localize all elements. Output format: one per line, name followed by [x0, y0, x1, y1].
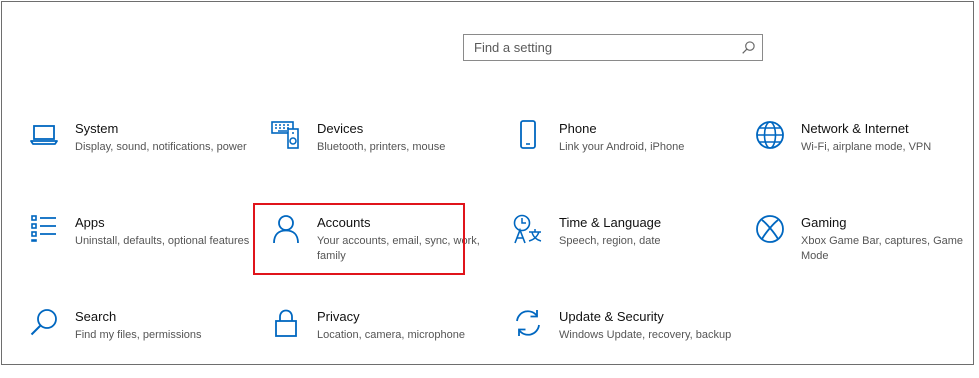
category-description: Speech, region, date — [559, 235, 661, 247]
category-title: Update & Security — [559, 309, 664, 324]
category-title: Time & Language — [559, 215, 662, 230]
category-title: Apps — [75, 215, 105, 230]
category-description: Location, camera, microphone — [317, 329, 465, 341]
category-title: Accounts — [317, 215, 371, 230]
category-time-language[interactable]: Time & Language Speech, region, date — [513, 214, 743, 284]
search-icon[interactable] — [741, 40, 756, 55]
category-description: Link your Android, iPhone — [559, 141, 685, 153]
category-search[interactable]: Search Find my files, permissions — [29, 308, 259, 378]
xbox-icon — [755, 214, 785, 244]
category-title: Network & Internet — [801, 121, 909, 136]
category-title: System — [75, 121, 119, 136]
search-input[interactable] — [464, 35, 734, 60]
time-language-icon — [513, 214, 543, 244]
category-gaming[interactable]: Gaming Xbox Game Bar, captures, Game Mod… — [755, 214, 979, 284]
apps-list-icon — [29, 214, 59, 244]
category-description: Display, sound, notifications, power — [75, 141, 247, 153]
category-title: Devices — [317, 121, 364, 136]
category-description: Find my files, permissions — [75, 329, 202, 341]
category-description: Xbox Game Bar, captures, Game Mode — [801, 235, 964, 262]
laptop-icon — [29, 120, 59, 150]
globe-icon — [755, 120, 785, 150]
phone-icon — [513, 120, 543, 150]
search-box[interactable] — [463, 34, 763, 61]
category-title: Gaming — [801, 215, 847, 230]
category-apps[interactable]: Apps Uninstall, defaults, optional featu… — [29, 214, 259, 284]
category-update-security[interactable]: Update & Security Windows Update, recove… — [513, 308, 743, 378]
category-title: Phone — [559, 121, 597, 136]
category-description: Uninstall, defaults, optional features — [75, 235, 250, 247]
category-description: Bluetooth, printers, mouse — [317, 141, 446, 153]
category-privacy[interactable]: Privacy Location, camera, microphone — [271, 308, 501, 378]
sync-icon — [513, 308, 543, 338]
category-title: Privacy — [317, 309, 360, 324]
category-description: Wi-Fi, airplane mode, VPN — [801, 141, 932, 153]
category-accounts[interactable]: Accounts Your accounts, email, sync, wor… — [271, 214, 501, 284]
category-phone[interactable]: Phone Link your Android, iPhone — [513, 120, 743, 190]
lock-icon — [271, 308, 301, 338]
category-devices[interactable]: Devices Bluetooth, printers, mouse — [271, 120, 501, 190]
search-icon — [29, 308, 59, 338]
category-description: Your accounts, email, sync, work, family — [317, 235, 480, 262]
category-network-internet[interactable]: Network & Internet Wi-Fi, airplane mode,… — [755, 120, 979, 190]
category-system[interactable]: System Display, sound, notifications, po… — [29, 120, 259, 190]
settings-window: System Display, sound, notifications, po… — [1, 1, 974, 365]
category-description: Windows Update, recovery, backup — [559, 329, 732, 341]
person-icon — [271, 214, 301, 244]
category-title: Search — [75, 309, 117, 324]
devices-icon — [271, 120, 301, 150]
